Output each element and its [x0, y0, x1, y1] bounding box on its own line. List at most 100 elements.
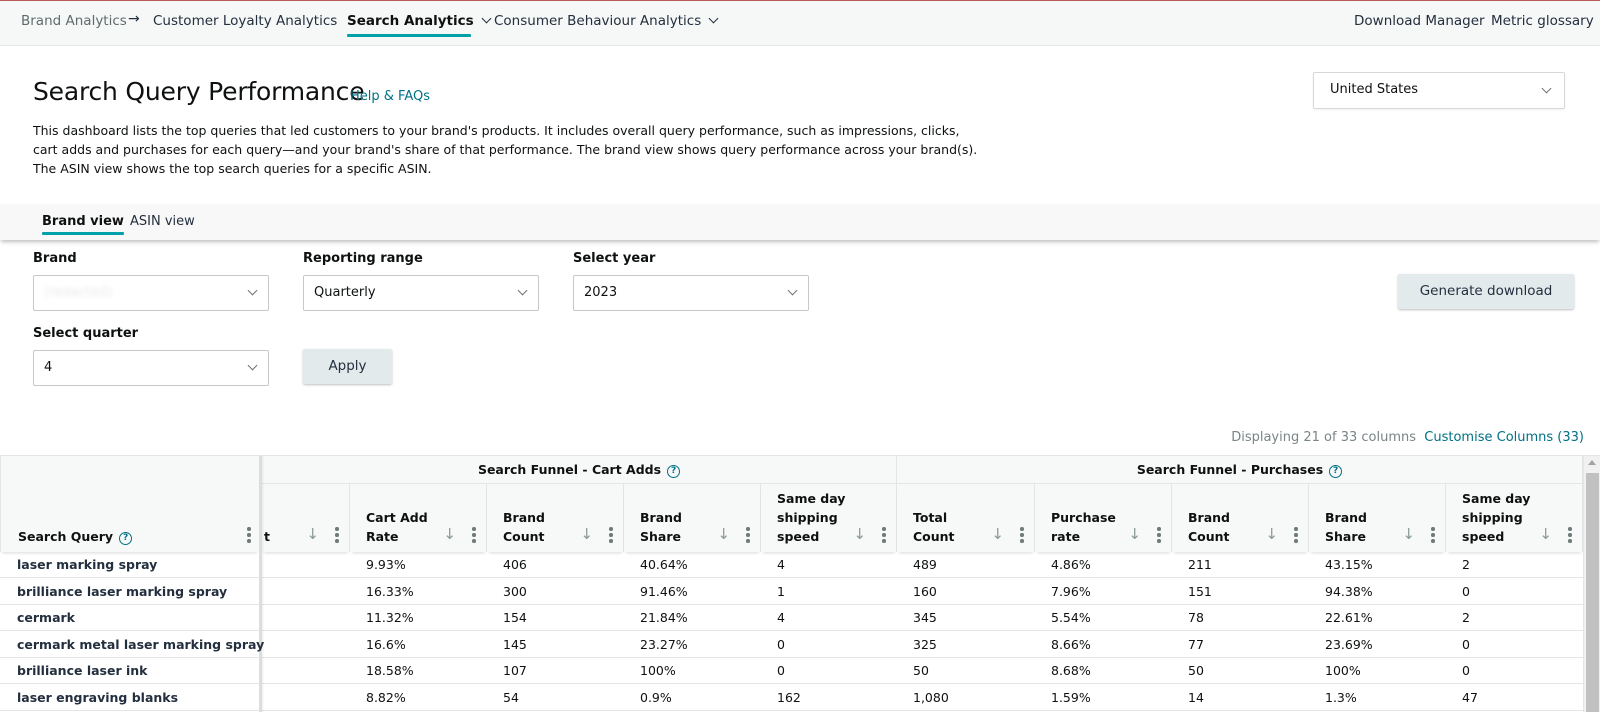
group-header-purchases: Search Funnel - Purchases?: [897, 456, 1583, 484]
column-header[interactable]: Brand Count ↓: [487, 484, 624, 552]
help-faqs-link[interactable]: Help & FAQs: [350, 89, 430, 104]
search-query-cell[interactable]: laser engraving blanks: [0, 685, 178, 711]
column-menu-icon[interactable]: [1020, 527, 1024, 543]
reporting-range-label: Reporting range: [303, 251, 423, 266]
page-description: This dashboard lists the top queries tha…: [33, 123, 978, 176]
scrollbar-thumb[interactable]: [1586, 473, 1599, 712]
nav-customer-loyalty-analytics[interactable]: Customer Loyalty Analytics: [153, 13, 337, 29]
table-cell: 0: [777, 636, 785, 652]
search-query-cell[interactable]: cermark metal laser marking spray: [0, 632, 264, 658]
sort-arrow-icon[interactable]: ↓: [991, 525, 1004, 543]
table-cell: 406: [503, 557, 527, 572]
marketplace-select[interactable]: United States: [1313, 72, 1565, 109]
table-cell: 23.27%: [640, 636, 688, 652]
tab-asin-view[interactable]: ASIN view: [130, 214, 195, 229]
nav-consumer-behaviour-label: Consumer Behaviour Analytics: [494, 13, 702, 29]
table-cell: 100%: [1325, 663, 1361, 678]
reporting-range-select[interactable]: Quarterly: [303, 275, 539, 311]
column-header[interactable]: Purchase rate ↓: [1035, 484, 1172, 552]
table-cell: 0.9%: [640, 689, 672, 705]
column-header[interactable]: Same day shipping speed ↓: [1446, 484, 1583, 552]
column-menu-icon[interactable]: [335, 527, 339, 543]
search-query-cell[interactable]: brilliance laser marking spray: [0, 579, 227, 605]
column-header[interactable]: Same day shipping speed ↓: [761, 484, 897, 552]
download-manager-link[interactable]: Download Manager: [1354, 13, 1485, 29]
group-header-cart-adds: Search Funnel - Cart Adds?: [262, 456, 897, 484]
table-cell: 50: [1188, 663, 1204, 678]
brand-value: (redacted): [44, 285, 112, 300]
column-header-label: Brand Share: [640, 510, 682, 544]
column-menu-icon[interactable]: [746, 527, 750, 543]
table-cell: 8.68%: [1051, 663, 1091, 678]
column-header[interactable]: Brand Share ↓: [624, 484, 761, 552]
sort-arrow-icon[interactable]: ↓: [580, 525, 593, 543]
table-cell: 22.61%: [1325, 610, 1373, 625]
column-header-label: Purchase rate: [1051, 510, 1116, 544]
column-menu-icon[interactable]: [882, 527, 886, 543]
table-cell: 21.84%: [640, 610, 688, 625]
table-cell: 14: [1188, 689, 1204, 705]
column-menu-icon[interactable]: [609, 527, 613, 543]
group-header-cart-adds-label: Search Funnel - Cart Adds: [477, 462, 662, 477]
chevron-down-icon: [247, 360, 258, 371]
generate-download-button[interactable]: Generate download: [1398, 274, 1574, 309]
table-cell: 8.66%: [1051, 636, 1091, 652]
column-header[interactable]: t ↓: [262, 484, 350, 552]
table-cell: [262, 685, 350, 711]
table-cell: 1: [777, 583, 785, 599]
quarter-select[interactable]: 4: [33, 350, 269, 386]
column-header[interactable]: Total Count ↓: [897, 484, 1035, 552]
table-cell: 0: [1462, 636, 1470, 652]
vertical-scrollbar[interactable]: [1583, 456, 1600, 712]
group-header-purchases-label: Search Funnel - Purchases: [1136, 462, 1324, 477]
sort-arrow-icon[interactable]: ↓: [1128, 525, 1141, 543]
table-cell: 211: [1188, 557, 1212, 572]
column-header[interactable]: Cart Add Rate ↓: [350, 484, 487, 552]
nav-search-analytics-label: Search Analytics: [347, 13, 474, 29]
metric-glossary-link[interactable]: Metric glossary: [1491, 13, 1594, 29]
nav-search-analytics[interactable]: Search Analytics: [347, 13, 492, 37]
table-cell: 325: [913, 636, 937, 652]
sort-arrow-icon[interactable]: ↓: [443, 525, 456, 543]
column-menu-icon[interactable]: [1431, 527, 1435, 543]
table-cell: 154: [503, 610, 527, 625]
column-menu-icon[interactable]: [1157, 527, 1161, 543]
help-circle-icon[interactable]: ?: [667, 465, 681, 478]
search-query-cell[interactable]: laser marking spray: [0, 552, 157, 578]
quarter-value: 4: [44, 360, 53, 375]
sort-arrow-icon[interactable]: ↓: [1265, 525, 1278, 543]
year-value: 2023: [584, 285, 618, 300]
chevron-down-icon: [481, 13, 492, 24]
sort-arrow-icon[interactable]: ↓: [1402, 525, 1415, 543]
column-header[interactable]: Brand Share ↓: [1309, 484, 1446, 552]
year-select[interactable]: 2023: [573, 275, 809, 311]
table-cell: 43.15%: [1325, 557, 1373, 572]
customise-columns-link[interactable]: Customise Columns (33): [1424, 430, 1584, 445]
frozen-query-column: Search Query? laser marking spray brillia…: [0, 456, 264, 712]
nav-consumer-behaviour-analytics[interactable]: Consumer Behaviour Analytics: [494, 13, 719, 29]
column-header[interactable]: Brand Count ↓: [1172, 484, 1309, 552]
search-query-cell[interactable]: cermark: [0, 605, 75, 631]
sort-arrow-icon[interactable]: ↓: [1539, 525, 1552, 543]
help-circle-icon[interactable]: ?: [119, 532, 133, 545]
table-cell: [262, 605, 350, 631]
column-menu-icon[interactable]: [1294, 527, 1298, 543]
scroll-up-arrow-icon[interactable]: [1588, 460, 1596, 465]
column-menu-icon[interactable]: [247, 527, 251, 543]
breadcrumb-brand-analytics[interactable]: Brand Analytics: [21, 13, 127, 29]
tab-brand-view[interactable]: Brand view: [42, 214, 124, 235]
table-cell: 0: [777, 663, 785, 678]
table-cell: 2: [1462, 557, 1470, 572]
column-menu-icon[interactable]: [1568, 527, 1572, 543]
column-header-search-query[interactable]: Search Query?: [0, 456, 259, 552]
table-cell: 9.93%: [366, 557, 406, 572]
sort-arrow-icon[interactable]: ↓: [717, 525, 730, 543]
search-query-cell[interactable]: brilliance laser ink: [0, 658, 147, 684]
column-menu-icon[interactable]: [472, 527, 476, 543]
sort-arrow-icon[interactable]: ↓: [306, 525, 319, 543]
sort-arrow-icon[interactable]: ↓: [853, 525, 866, 543]
brand-select[interactable]: (redacted): [33, 275, 269, 311]
help-circle-icon[interactable]: ?: [1329, 465, 1343, 478]
brand-label: Brand: [33, 251, 77, 266]
apply-button[interactable]: Apply: [303, 349, 392, 384]
